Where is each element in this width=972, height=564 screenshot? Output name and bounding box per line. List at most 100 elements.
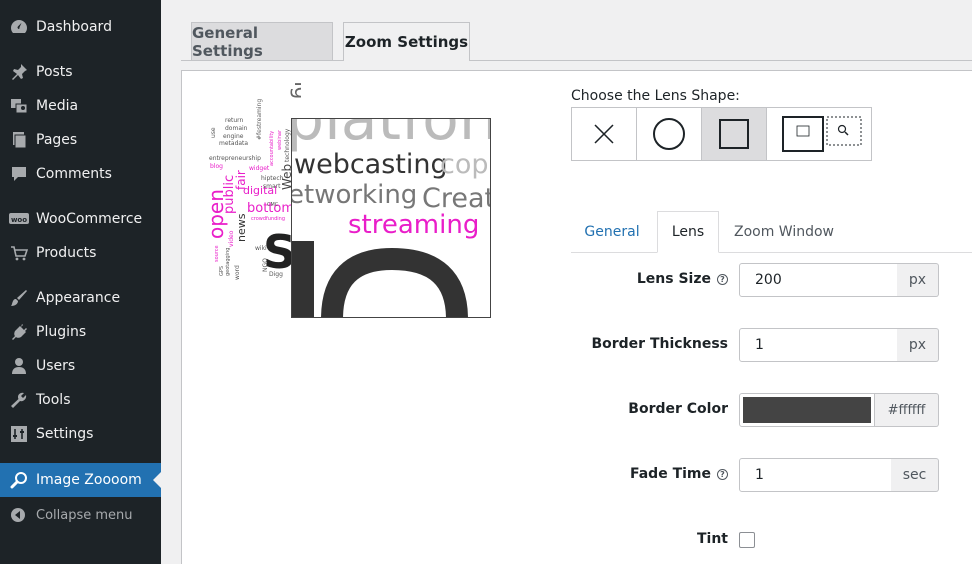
sidebar-item-woocommerce[interactable]: woo WooCommerce <box>0 202 161 236</box>
cloud-word: metadata <box>219 140 248 147</box>
lens-size-input[interactable]: 200 <box>739 263 898 297</box>
media-icon <box>0 97 36 115</box>
preview-image: ng triple use return domain engine metad… <box>201 82 301 282</box>
cart-icon <box>0 244 36 262</box>
fade-time-unit: sec <box>891 458 939 492</box>
border-thickness-unit: px <box>897 328 939 362</box>
lens-shape-zoom-window-button[interactable] <box>767 108 871 160</box>
sidebar-item-posts[interactable]: Posts <box>0 55 161 89</box>
fade-time-input[interactable]: 1 <box>739 458 892 492</box>
sidebar-item-plugins[interactable]: Plugins <box>0 315 161 349</box>
cloud-word: news <box>235 213 248 242</box>
cloud-word: source <box>214 245 220 262</box>
lens-and-window-icon <box>782 116 862 152</box>
lens-size-unit: px <box>897 263 939 297</box>
border-color-value[interactable]: #ffffff <box>875 393 939 427</box>
sidebar-item-users[interactable]: Users <box>0 349 161 383</box>
dashboard-icon <box>0 18 36 36</box>
tint-label: Tint <box>697 531 728 547</box>
cloud-word: engine <box>223 133 244 140</box>
sidebar-item-appearance[interactable]: Appearance <box>0 281 161 315</box>
tab-zoom-window[interactable]: Zoom Window <box>726 211 842 253</box>
cloud-word: ng <box>290 82 301 99</box>
sidebar-item-products[interactable]: Products <box>0 236 161 270</box>
color-preview <box>743 397 871 423</box>
fade-time-label-text: Fade Time <box>629 466 711 482</box>
sidebar-item-media[interactable]: Media <box>0 89 161 123</box>
square-icon <box>719 119 749 149</box>
sidebar-item-comments[interactable]: Comments <box>0 157 161 191</box>
comment-icon <box>0 165 36 183</box>
collapse-menu-button[interactable]: Collapse menu <box>0 502 161 528</box>
cloud-word: widget <box>249 165 270 172</box>
border-thickness-label-text: Border Thickness <box>591 336 728 352</box>
pages-icon <box>0 131 36 149</box>
sidebar-item-pages[interactable]: Pages <box>0 123 161 157</box>
magnifier-icon <box>0 471 36 489</box>
border-color-label: Border Color <box>628 401 728 417</box>
lens-shape-label: Choose the Lens Shape: <box>571 88 740 104</box>
pin-icon <box>0 63 36 81</box>
sidebar-item-label: Users <box>36 358 76 374</box>
cloud-word: smart <box>263 183 281 190</box>
sliders-icon <box>0 425 36 443</box>
tab-lens[interactable]: Lens <box>657 211 719 253</box>
woo-icon: woo <box>0 212 36 226</box>
zoom-lens[interactable]: platform webcasting cop etworking Creat … <box>291 118 491 318</box>
sidebar-item-label: Image Zoooom <box>36 472 142 488</box>
collapse-arrow-icon <box>0 507 36 523</box>
collapse-menu-label: Collapse menu <box>36 507 133 523</box>
lens-shape-picker <box>571 107 872 161</box>
cloud-word: blog <box>210 163 223 170</box>
lens-word: etworking <box>292 180 417 210</box>
sidebar-item-label: Media <box>36 98 79 114</box>
cloud-word: entrepreneurship <box>209 155 261 162</box>
svg-text:woo: woo <box>11 216 27 224</box>
circle-icon <box>653 118 685 150</box>
plug-icon <box>0 323 36 341</box>
help-icon[interactable]: ? <box>717 273 728 285</box>
close-icon <box>594 124 614 144</box>
tabs-divider <box>181 60 972 61</box>
sidebar-item-label: WooCommerce <box>36 211 143 227</box>
cloud-word: accountability <box>269 131 275 166</box>
tab-general[interactable]: General <box>571 211 653 253</box>
cloud-word: video <box>228 230 235 247</box>
sidebar-item-label: Pages <box>36 132 78 148</box>
sidebar-item-label: Appearance <box>36 290 121 306</box>
lens-shape-none-button[interactable] <box>572 108 637 160</box>
tint-label-text: Tint <box>696 531 728 547</box>
lens-word: webcasting <box>294 149 448 180</box>
lens-word: streaming <box>348 210 479 240</box>
user-icon <box>0 357 36 375</box>
lens-shape-round-button[interactable] <box>637 108 702 160</box>
tint-checkbox[interactable] <box>739 532 755 548</box>
sidebar-item-dashboard[interactable]: Dashboard <box>0 10 161 44</box>
sidebar-item-tools[interactable]: Tools <box>0 383 161 417</box>
fade-time-label: Fade Time ? <box>630 466 728 482</box>
wrench-icon <box>0 391 36 409</box>
cloud-word: technology <box>284 128 291 162</box>
cloud-word: hiptech <box>261 175 284 182</box>
cloud-word: domain <box>225 125 248 132</box>
sidebar-item-label: Comments <box>36 166 112 182</box>
cloud-word: #festreaming <box>256 99 263 140</box>
border-thickness-label: Border Thickness <box>591 336 728 352</box>
cloud-word: return <box>225 117 244 124</box>
lens-shape-square-button[interactable] <box>702 108 767 160</box>
border-thickness-input[interactable]: 1 <box>739 328 898 362</box>
border-color-label-text: Border Color <box>628 401 728 417</box>
tab-zoom-settings[interactable]: Zoom Settings <box>343 22 470 61</box>
sidebar-item-label: Settings <box>36 426 94 442</box>
border-color-swatch[interactable] <box>739 393 875 427</box>
sidebar-item-image-zoooom[interactable]: Image Zoooom <box>0 463 161 497</box>
sidebar-item-label: Tools <box>36 392 71 408</box>
admin-sidebar: Dashboard Posts Media Pages Comments woo… <box>0 0 161 564</box>
cloud-word: webinar <box>277 129 283 150</box>
tab-general-settings[interactable]: General Settings <box>191 22 333 60</box>
cloud-word: crowdfunding <box>251 216 285 222</box>
sidebar-item-settings[interactable]: Settings <box>0 417 161 451</box>
help-icon[interactable]: ? <box>717 468 728 480</box>
sidebar-item-label: Plugins <box>36 324 87 340</box>
cloud-word: CMC <box>267 202 279 208</box>
